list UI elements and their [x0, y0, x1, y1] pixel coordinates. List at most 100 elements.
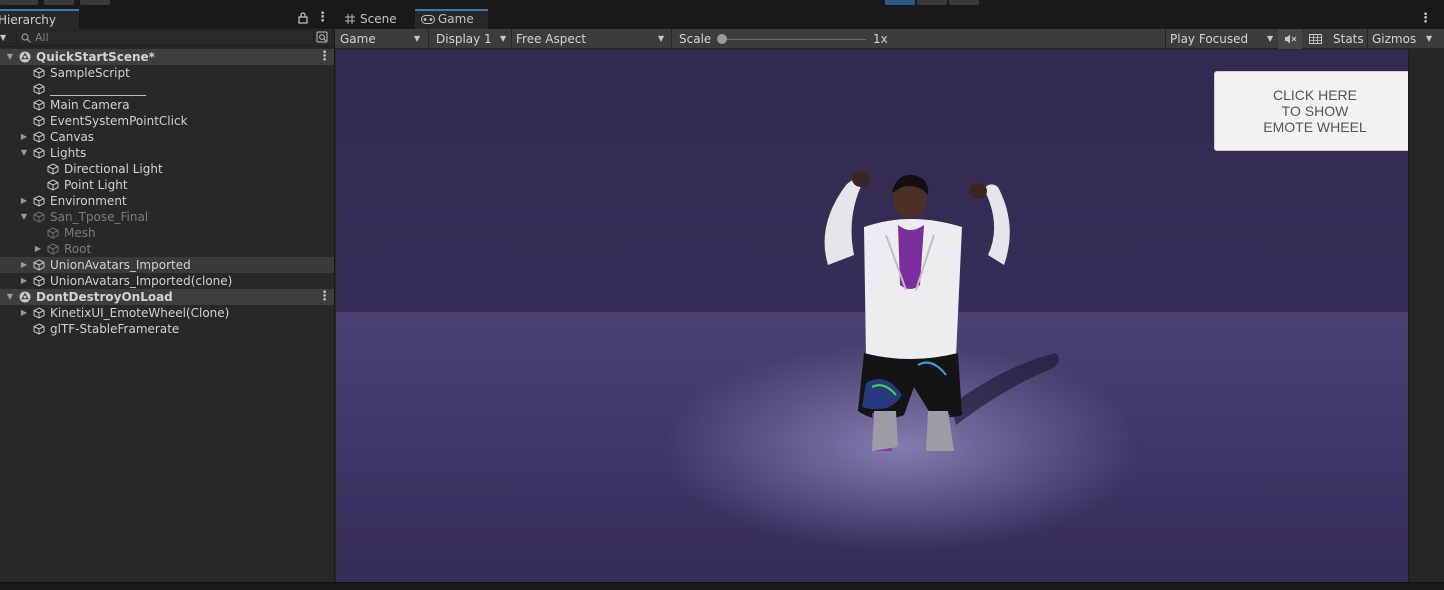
create-dropdown-icon[interactable]: ▼ [0, 33, 6, 42]
view-mode-label: Game [340, 32, 376, 46]
hierarchy-item[interactable]: ▶ UnionAvatars_Imported [0, 257, 334, 273]
tab-game[interactable]: Game [415, 9, 488, 29]
lock-icon[interactable] [298, 12, 308, 24]
view-mode-dropdown[interactable]: Game ▼ [340, 29, 425, 49]
display-dropdown[interactable]: Display 1 ▼ [436, 29, 511, 49]
unity-scene-icon [19, 51, 31, 63]
hierarchy-scene-row[interactable]: ▼ DontDestroyOnLoad ⋮ [0, 289, 334, 305]
gizmos-dropdown[interactable]: Gizmos ▼ [1372, 29, 1440, 49]
hierarchy-item-label: Lights [50, 146, 87, 160]
hierarchy-item[interactable]: ▶ KinetixUI_EmoteWheel(Clone) [0, 305, 334, 321]
hierarchy-item-label: DontDestroyOnLoad [36, 290, 173, 304]
expand-arrow-icon[interactable]: ▼ [5, 49, 15, 65]
toolbar-fragment[interactable] [80, 0, 110, 5]
collapse-arrow-icon[interactable]: ▶ [19, 273, 29, 289]
emote-button-text: CLICK HERE TO SHOW EMOTE WHEEL [1263, 87, 1367, 135]
scale-label: Scale [679, 32, 712, 46]
hierarchy-item-label: Point Light [64, 178, 128, 192]
scene-menu-icon[interactable]: ⋮ [318, 50, 331, 64]
collapse-arrow-icon[interactable]: ▶ [19, 257, 29, 273]
hierarchy-item[interactable]: Mesh [0, 225, 334, 241]
unity-scene-icon [19, 291, 31, 303]
step-button[interactable] [949, 0, 979, 5]
expand-arrow-icon[interactable]: ▼ [19, 209, 29, 225]
toolbar-fragment[interactable] [0, 0, 38, 5]
scale-slider-track[interactable] [722, 39, 866, 40]
hierarchy-panel: Hierarchy ⋮ ▼ ▼ QuickStartScene* ⋮ SampleSc… [0, 9, 334, 582]
hierarchy-menu-icon[interactable]: ⋮ [316, 11, 329, 25]
game-view-menu-icon[interactable]: ⋮ [1419, 12, 1432, 26]
aspect-label: Free Aspect [516, 32, 587, 46]
scale-slider-handle[interactable] [717, 34, 727, 44]
scene-menu-icon[interactable]: ⋮ [318, 290, 331, 304]
hierarchy-item[interactable]: ________________ [0, 81, 334, 97]
chevron-down-icon: ▼ [414, 34, 421, 43]
hierarchy-item[interactable]: SampleScript [0, 65, 334, 81]
show-emote-wheel-button[interactable]: CLICK HERE TO SHOW EMOTE WHEEL [1214, 71, 1408, 151]
hierarchy-item-label: SampleScript [50, 66, 130, 80]
hierarchy-item-label: Main Camera [50, 98, 130, 112]
collapse-arrow-icon[interactable]: ▶ [19, 305, 29, 321]
game-view-toolbar: Game ▼ Display 1 ▼ Free Aspect ▼ Scale 1… [335, 29, 1444, 49]
gameobject-cube-icon [33, 99, 45, 111]
hierarchy-item[interactable]: glTF-StableFramerate [0, 321, 334, 337]
gamepad-icon [421, 15, 435, 24]
hierarchy-tabbar: Hierarchy ⋮ [0, 9, 334, 29]
toolbar-divider [1165, 29, 1166, 49]
hierarchy-item-label: Environment [50, 194, 127, 208]
hierarchy-item[interactable]: ▼ San_Tpose_Final [0, 209, 334, 225]
hierarchy-item-label: QuickStartScene* [36, 50, 155, 64]
display-label: Display 1 [436, 32, 492, 46]
mute-audio-icon [1285, 34, 1297, 44]
stats-button[interactable]: Stats [1333, 29, 1364, 49]
chevron-down-icon: ▼ [500, 34, 507, 43]
gameobject-cube-icon [33, 147, 45, 159]
hierarchy-item[interactable]: ▶ Root [0, 241, 334, 257]
game-viewport[interactable]: CLICK HERE TO SHOW EMOTE WHEEL [336, 50, 1408, 582]
hierarchy-item-label: Root [64, 242, 92, 256]
chevron-down-icon: ▼ [1267, 34, 1274, 43]
hierarchy-search-bar: ▼ [0, 29, 334, 47]
tab-scene-label: Scene [360, 12, 397, 26]
hierarchy-item-label: ________________ [50, 82, 146, 96]
hierarchy-item[interactable]: EventSystemPointClick [0, 113, 334, 129]
gameobject-cube-icon [47, 179, 59, 191]
expand-arrow-icon[interactable]: ▼ [5, 289, 15, 305]
hierarchy-item-label: Directional Light [64, 162, 163, 176]
collapse-arrow-icon[interactable]: ▶ [33, 241, 43, 257]
hierarchy-item[interactable]: ▶ Canvas [0, 129, 334, 145]
collapse-arrow-icon[interactable]: ▶ [19, 193, 29, 209]
gameobject-cube-icon [33, 115, 45, 127]
mute-audio-button[interactable] [1278, 29, 1302, 49]
filter-scene-icon[interactable] [316, 31, 328, 43]
hierarchy-item[interactable]: ▶ UnionAvatars_Imported(clone) [0, 273, 334, 289]
hierarchy-item-label: Mesh [64, 226, 96, 240]
hierarchy-scene-row[interactable]: ▼ QuickStartScene* ⋮ [0, 49, 334, 65]
collapse-arrow-icon[interactable]: ▶ [19, 129, 29, 145]
hierarchy-item[interactable]: Point Light [0, 177, 334, 193]
toolbar-divider [511, 29, 512, 49]
hierarchy-item-label: UnionAvatars_Imported [50, 258, 191, 272]
gameobject-cube-icon [33, 131, 45, 143]
hierarchy-item-label: UnionAvatars_Imported(clone) [50, 274, 233, 288]
hierarchy-search-box[interactable] [16, 30, 314, 45]
tab-scene[interactable]: Scene [337, 9, 415, 29]
tab-hierarchy[interactable]: Hierarchy [0, 9, 79, 29]
hierarchy-item[interactable]: ▶ Environment [0, 193, 334, 209]
hierarchy-item[interactable]: Main Camera [0, 97, 334, 113]
gameobject-cube-icon [33, 211, 45, 223]
hierarchy-search-input[interactable] [35, 31, 305, 44]
toolbar-divider [1367, 29, 1368, 49]
expand-arrow-icon[interactable]: ▼ [19, 145, 29, 161]
aspect-dropdown[interactable]: Free Aspect ▼ [516, 29, 671, 49]
toolbar-fragment[interactable] [44, 0, 74, 5]
hierarchy-item[interactable]: Directional Light [0, 161, 334, 177]
game-view-panel: Scene Game ⋮ Game ▼ Display 1 ▼ Free Asp… [335, 9, 1444, 582]
game-view-tabbar: Scene Game ⋮ [335, 9, 1444, 29]
hierarchy-item[interactable]: ▼ Lights [0, 145, 334, 161]
pause-button[interactable] [917, 0, 947, 5]
play-mode-dropdown[interactable]: Play Focused ▼ [1170, 29, 1278, 49]
chevron-down-icon: ▼ [658, 34, 665, 43]
frame-debugger-button[interactable] [1303, 29, 1327, 49]
play-button[interactable] [885, 0, 915, 5]
